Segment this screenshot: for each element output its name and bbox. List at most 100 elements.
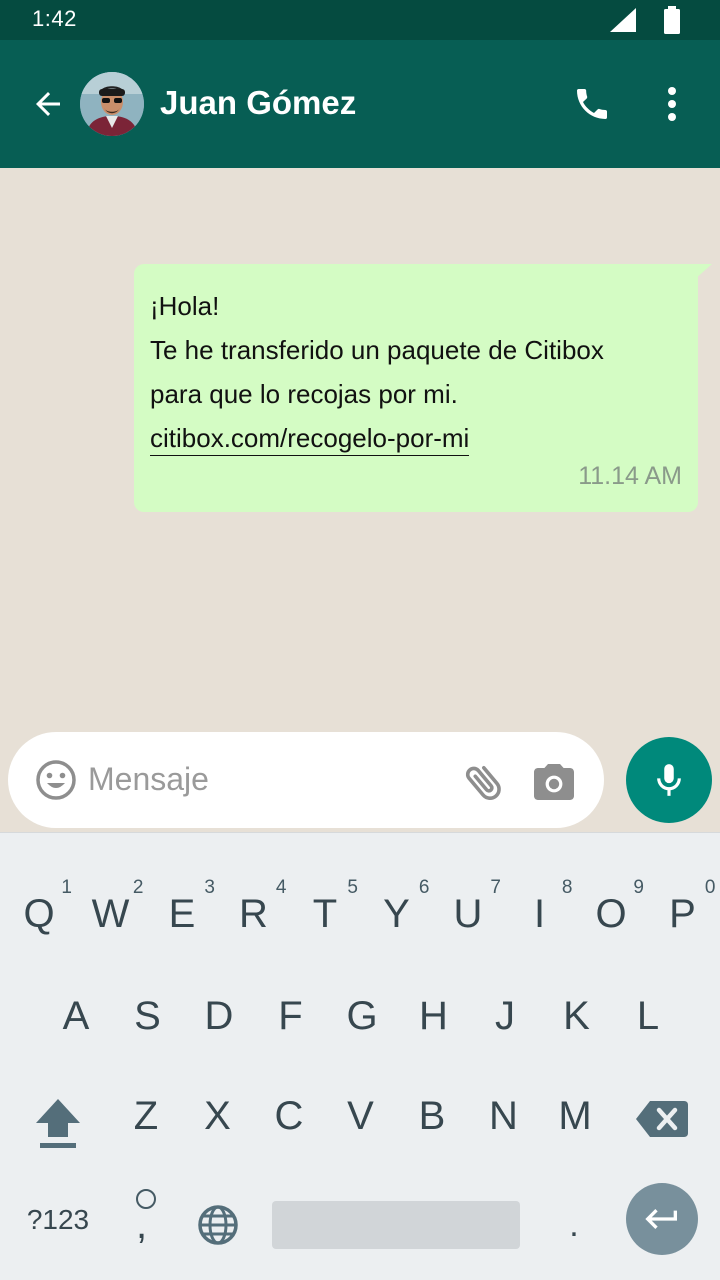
key-q[interactable]: Q1	[4, 869, 74, 959]
key-h[interactable]: H	[399, 971, 469, 1061]
avatar-image	[80, 72, 144, 136]
key-k[interactable]: K	[542, 971, 612, 1061]
key-label: R	[239, 891, 268, 936]
message-input[interactable]	[88, 754, 418, 804]
backspace-icon[interactable]	[634, 1095, 690, 1143]
key-f[interactable]: F	[256, 971, 326, 1061]
message-timestamp: 11.14 AM	[578, 462, 682, 490]
key-label: G	[346, 993, 378, 1038]
key-hint: 3	[204, 877, 215, 898]
symbols-key[interactable]: ?123	[18, 1195, 98, 1245]
key-hint: 1	[61, 877, 72, 898]
message-text: ¡Hola! Te he transferido un paquete de C…	[150, 284, 680, 460]
key-label: X	[204, 1093, 231, 1138]
paperclip-icon[interactable]	[460, 758, 508, 806]
key-l[interactable]: L	[613, 971, 683, 1061]
more-vert-icon	[668, 87, 676, 121]
key-label: N	[489, 1093, 518, 1138]
key-hint: 6	[418, 877, 430, 898]
status-time: 1:42	[32, 6, 77, 31]
key-g[interactable]: G	[327, 971, 397, 1061]
key-label: H	[419, 993, 448, 1038]
key-label: A	[62, 993, 90, 1038]
key-label: O	[595, 891, 627, 936]
contact-name[interactable]: Juan Gómez	[160, 84, 356, 122]
key-label: F	[278, 993, 303, 1038]
key-label: U	[453, 891, 483, 936]
period-key[interactable]: .	[556, 1195, 592, 1255]
soft-keyboard: ?123 , . Q1W2E3R4T5Y6U7I8O9P0ASDFGHJKLZX…	[0, 832, 720, 1280]
key-r[interactable]: R4	[219, 869, 289, 959]
smiley-icon[interactable]	[34, 758, 78, 802]
key-label: M	[558, 1093, 592, 1138]
key-i[interactable]: I8	[505, 869, 575, 959]
comma-key[interactable]: ,	[124, 1185, 170, 1255]
message-link[interactable]: citibox.com/recogelo-por-mi	[150, 421, 470, 456]
key-label: C	[274, 1093, 304, 1138]
microphone-icon	[657, 764, 681, 796]
key-v[interactable]: V	[326, 1071, 396, 1161]
status-bar: 1:42	[0, 0, 720, 40]
key-hint: 2	[132, 877, 144, 898]
key-hint: 0	[704, 877, 716, 898]
contact-avatar[interactable]	[80, 72, 144, 136]
key-a[interactable]: A	[41, 971, 111, 1061]
key-w[interactable]: W2	[76, 869, 146, 959]
message-line: Te he transferido un paquete de Citibox	[150, 335, 604, 365]
key-label: V	[347, 1093, 374, 1138]
key-u[interactable]: U7	[433, 869, 503, 959]
key-e[interactable]: E3	[147, 869, 217, 959]
key-hint: 7	[490, 877, 501, 898]
space-key[interactable]	[272, 1201, 520, 1249]
key-c[interactable]: C	[254, 1071, 324, 1161]
key-n[interactable]: N	[469, 1071, 539, 1161]
key-label: Z	[133, 1093, 159, 1138]
key-label: S	[134, 993, 161, 1038]
key-d[interactable]: D	[184, 971, 254, 1061]
key-label: T	[312, 891, 338, 936]
message-composer	[8, 732, 604, 828]
key-hint: 8	[561, 877, 573, 898]
key-x[interactable]: X	[183, 1071, 253, 1161]
shift-icon[interactable]	[28, 1093, 88, 1153]
back-button[interactable]	[26, 82, 70, 126]
message-line: ¡Hola!	[150, 291, 220, 321]
signal-icon	[610, 8, 636, 32]
key-label: D	[204, 993, 234, 1038]
key-label: Y	[383, 891, 410, 936]
battery-icon	[664, 6, 680, 34]
chat-header: Juan Gómez	[0, 40, 720, 168]
key-b[interactable]: B	[397, 1071, 467, 1161]
key-z[interactable]: Z	[111, 1071, 181, 1161]
key-o[interactable]: O9	[576, 869, 646, 959]
key-j[interactable]: J	[470, 971, 540, 1061]
arrow-left-icon	[36, 92, 60, 116]
more-options-button[interactable]	[652, 80, 692, 128]
camera-icon[interactable]	[530, 758, 578, 806]
key-label: I	[533, 891, 546, 936]
key-m[interactable]: M	[540, 1071, 610, 1161]
message-link-line: citibox.com/recogelo-por-mi	[150, 416, 680, 460]
key-label: Q	[23, 891, 55, 936]
key-hint: 5	[347, 877, 358, 898]
key-p[interactable]: P0	[648, 869, 718, 959]
call-button[interactable]	[568, 80, 616, 128]
key-label: B	[418, 1093, 446, 1138]
globe-icon[interactable]	[196, 1203, 240, 1247]
phone-icon	[577, 89, 607, 119]
key-t[interactable]: T5	[290, 869, 360, 959]
key-label: J	[495, 993, 515, 1038]
enter-icon	[645, 1209, 677, 1229]
key-hint: 9	[633, 877, 644, 898]
key-label: P	[669, 891, 696, 936]
key-label: L	[636, 993, 660, 1038]
key-s[interactable]: S	[113, 971, 183, 1061]
key-label: K	[563, 993, 590, 1038]
key-hint: 4	[275, 877, 287, 898]
voice-record-button[interactable]	[626, 737, 712, 823]
key-y[interactable]: Y6	[362, 869, 432, 959]
message-line: para que lo recojas por mi.	[150, 379, 458, 409]
key-label: E	[168, 891, 196, 936]
enter-key[interactable]	[626, 1183, 698, 1255]
outgoing-message-bubble[interactable]: ¡Hola! Te he transferido un paquete de C…	[134, 264, 698, 512]
